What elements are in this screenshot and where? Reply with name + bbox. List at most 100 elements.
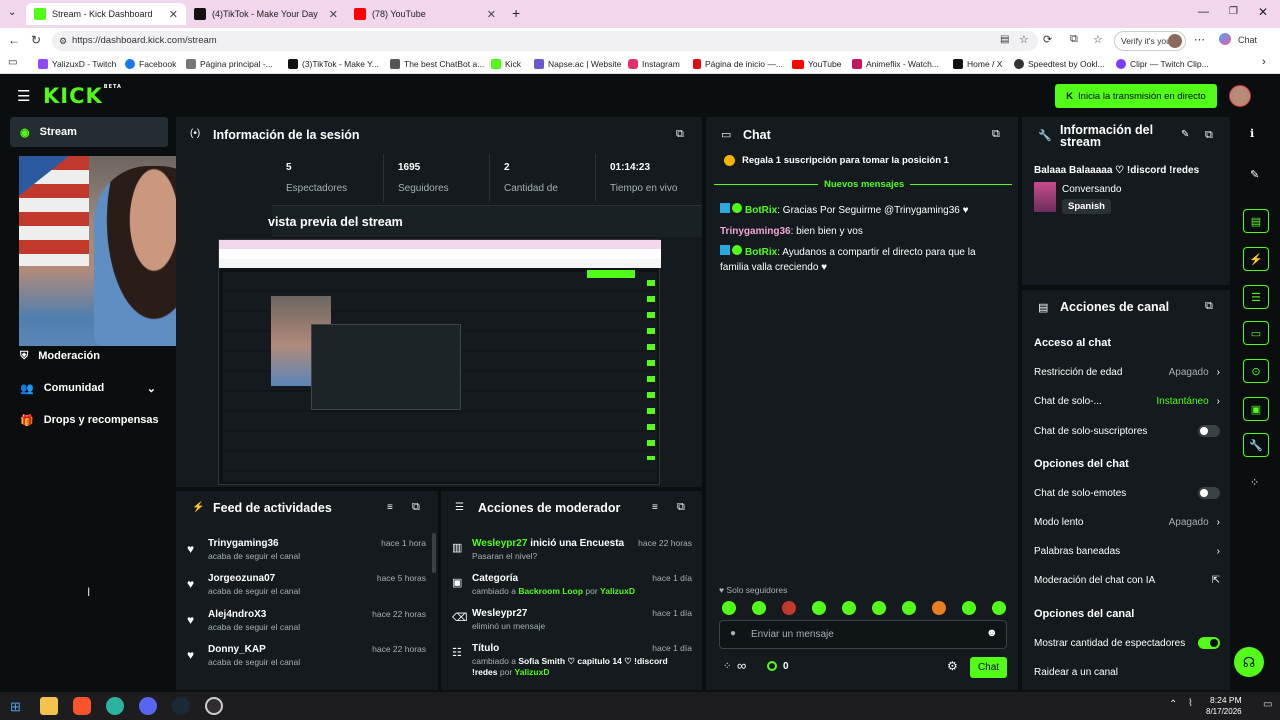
rail-mod-button[interactable]: ☰ — [1243, 285, 1269, 309]
list-item[interactable]: ♥ Donny_KAP acaba de seguir el canal hac… — [176, 644, 434, 680]
tray-chevron-icon[interactable]: ⌃ — [1169, 699, 1177, 710]
network-icon[interactable]: ⌇ — [1188, 698, 1193, 709]
bookmark-item[interactable]: Página principal -... — [186, 57, 273, 71]
stream-preview[interactable] — [218, 239, 661, 485]
steam-icon[interactable] — [172, 697, 190, 715]
info-icon[interactable]: ℹ — [1250, 127, 1254, 140]
bookmark-item[interactable]: YalizuxD - Twitch — [38, 57, 116, 71]
emote-icon[interactable] — [782, 601, 796, 615]
tab-list-chevron-icon[interactable]: ⌄ — [8, 7, 16, 18]
emote-chat-row[interactable]: Chat de solo-emotes — [1034, 482, 1220, 504]
bookmarks-menu-icon[interactable]: ▭ — [8, 57, 17, 68]
kick-logo[interactable]: KICKBETA — [43, 84, 122, 108]
go-live-button[interactable]: K Inicia la transmisión en directo — [1055, 84, 1217, 108]
sidebar-item-moderation[interactable]: ⛨ Moderación — [10, 341, 168, 371]
emote-icon[interactable] — [752, 601, 766, 615]
emote-icon[interactable] — [992, 601, 1006, 615]
emote-icon[interactable] — [872, 601, 886, 615]
popout-icon[interactable]: ⧉ — [676, 128, 684, 141]
list-item[interactable]: ♥ Jorgeozuna07 acaba de seguir el canal … — [176, 573, 434, 609]
filter-icon[interactable]: ≡ — [652, 502, 658, 513]
file-explorer-icon[interactable] — [40, 697, 58, 715]
followers-chat-row[interactable]: Chat de solo-... Instantáneo › — [1034, 390, 1220, 412]
show-viewers-row[interactable]: Mostrar cantidad de espectadores — [1034, 632, 1220, 654]
notification-icon[interactable]: ▭ — [1263, 699, 1272, 710]
popout-icon[interactable]: ⧉ — [992, 128, 1000, 141]
popout-icon[interactable]: ⧉ — [412, 501, 420, 514]
chat-message[interactable]: BotRix: Gracias Por Seguirme @Trinygamin… — [720, 203, 1000, 218]
age-restriction-row[interactable]: Restricción de edad Apagado › — [1034, 361, 1220, 383]
raid-row[interactable]: Raidear a un canal — [1034, 661, 1220, 683]
more-icon[interactable]: ⋯ — [1194, 33, 1205, 46]
banned-words-row[interactable]: Palabras baneadas › — [1034, 540, 1220, 562]
tray-time[interactable]: 8:24 PM — [1210, 695, 1242, 705]
bookmark-item[interactable]: Facebook — [125, 57, 176, 71]
table-row[interactable]: ⌫ Wesleypr27 eliminó un mensaje hace 1 d… — [441, 608, 702, 640]
discord-icon[interactable] — [139, 697, 157, 715]
popout-icon[interactable]: ⧉ — [677, 501, 685, 514]
filter-icon[interactable]: ≡ — [387, 502, 393, 513]
emote-icon[interactable] — [962, 601, 976, 615]
bookmark-item[interactable]: Instagram — [628, 57, 680, 71]
chat-input[interactable]: ● Enviar un mensaje ☻ — [719, 620, 1007, 649]
copilot-chat-label[interactable]: Chat — [1238, 35, 1257, 45]
popout-icon[interactable]: ⧉ — [1205, 129, 1213, 142]
bookmark-item[interactable]: Página de inicio —... — [693, 57, 783, 71]
bookmark-item[interactable]: Home / X — [953, 57, 1002, 71]
rail-live-button[interactable]: ⊙ — [1243, 359, 1269, 383]
user-avatar[interactable] — [1229, 85, 1251, 107]
new-tab-icon[interactable]: + — [512, 5, 520, 21]
rail-session-button[interactable]: ▤ — [1243, 209, 1269, 233]
profile-button[interactable]: Verify it's you — [1114, 31, 1186, 51]
support-button[interactable]: ☊ — [1234, 647, 1264, 677]
bookmarks-overflow-icon[interactable]: › — [1262, 56, 1266, 68]
bookmark-item[interactable]: YouTube — [792, 57, 841, 71]
table-row[interactable]: ▥ Wesleypr27 inició una Encuesta Pasaran… — [441, 538, 702, 570]
emoji-icon[interactable]: ☻ — [986, 627, 998, 639]
rail-feed-button[interactable]: ⚡ — [1243, 247, 1269, 271]
share-icon[interactable]: ⁘ — [1250, 476, 1259, 489]
edge-icon[interactable] — [106, 697, 124, 715]
windows-start-icon[interactable]: ⊞ — [10, 699, 21, 715]
pencil-icon[interactable]: ✎ — [1250, 168, 1259, 181]
tab-tiktok[interactable]: (4)TikTok - Make Your Day ✕ — [186, 3, 346, 25]
sidebar-item-community[interactable]: 👥 Comunidad ⌄ — [10, 373, 168, 403]
edit-pencil-icon[interactable]: ✎ — [1181, 129, 1189, 140]
close-tab-icon[interactable]: ✕ — [329, 8, 338, 21]
ai-moderation-row[interactable]: Moderación del chat con IA ⇱ — [1034, 569, 1220, 591]
hamburger-menu-icon[interactable]: ☰ — [17, 87, 30, 105]
reload-icon[interactable]: ↻ — [31, 33, 41, 47]
feed-scrollbar[interactable] — [432, 533, 436, 573]
table-row[interactable]: ☷ Título cambiado a Sofia Smith ♡ capitu… — [441, 643, 702, 687]
bookmark-item[interactable]: Speedtest by Ookl... — [1014, 57, 1105, 71]
send-chat-button[interactable]: Chat — [970, 657, 1007, 678]
slow-mode-row[interactable]: Modo lento Apagado › — [1034, 511, 1220, 533]
back-icon[interactable]: ← — [8, 33, 20, 47]
emote-icon[interactable] — [842, 601, 856, 615]
close-tab-icon[interactable]: ✕ — [487, 8, 496, 21]
close-tab-icon[interactable]: ✕ — [169, 8, 178, 21]
split-icon[interactable]: ⧉ — [1070, 33, 1078, 46]
bookmark-item[interactable]: The best ChatBot a... — [390, 57, 484, 71]
copilot-icon[interactable] — [1219, 33, 1231, 45]
emote-chat-toggle[interactable] — [1198, 487, 1220, 499]
bookmark-item[interactable]: Clipr — Twitch Clip... — [1116, 57, 1209, 71]
site-info-icon[interactable]: ⚙ — [59, 31, 67, 51]
bookmark-item[interactable]: Kick — [491, 57, 521, 71]
rail-channel-button[interactable]: ▣ — [1243, 397, 1269, 421]
url-field[interactable]: ⚙ https://dashboard.kick.com/stream — [52, 31, 1038, 51]
settings-gear-icon[interactable]: ⚙ — [947, 659, 958, 673]
share-icon[interactable]: ⁘ — [723, 661, 731, 672]
close-window-icon[interactable]: ✕ — [1258, 5, 1268, 19]
emote-icon[interactable] — [902, 601, 916, 615]
chat-message[interactable]: BotRix: Ayudanos a compartir el directo … — [720, 245, 1000, 275]
bookmark-item[interactable]: Napse.ac | Website — [534, 57, 621, 71]
restore-icon[interactable]: ❐ — [1229, 6, 1238, 17]
emote-icon[interactable] — [932, 601, 946, 615]
popout-icon[interactable]: ⧉ — [1205, 300, 1213, 313]
show-viewers-toggle[interactable] — [1198, 637, 1220, 649]
obs-icon[interactable] — [205, 697, 223, 715]
tray-date[interactable]: 8/17/2026 — [1206, 707, 1242, 716]
sidebar-item-stream[interactable]: ◉ Stream — [10, 117, 168, 147]
extensions-icon[interactable]: ⟳ — [1043, 33, 1052, 46]
